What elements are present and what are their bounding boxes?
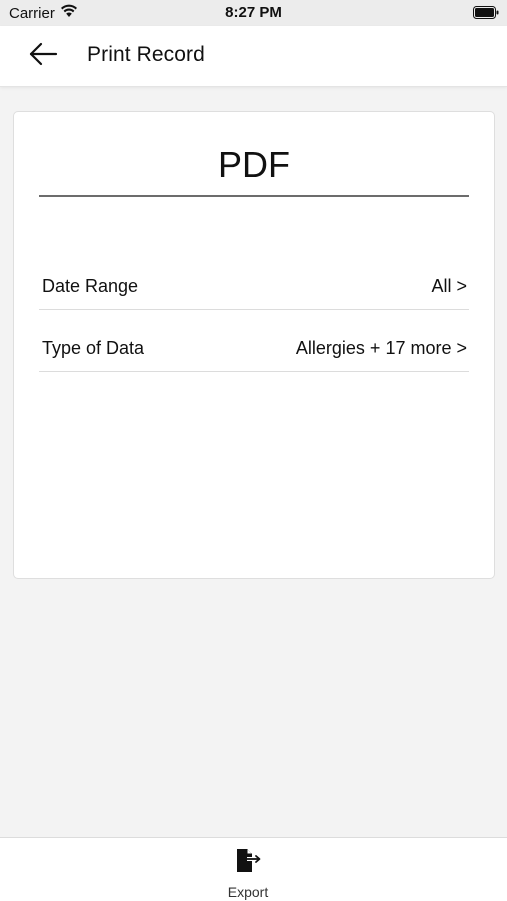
date-range-row[interactable]: Date Range All > — [39, 269, 469, 310]
export-label: Export — [227, 884, 269, 900]
type-of-data-row[interactable]: Type of Data Allergies + 17 more > — [39, 331, 469, 372]
type-of-data-label: Type of Data — [42, 338, 145, 358]
bottom-toolbar: Export — [0, 837, 507, 901]
battery-full-icon — [473, 6, 499, 19]
date-range-label: Date Range — [42, 276, 139, 296]
status-time: 8:27 PM — [225, 4, 282, 21]
back-button[interactable] — [22, 40, 64, 72]
format-title: PDF — [218, 144, 290, 185]
page-title: Print Record — [87, 43, 205, 66]
format-divider — [39, 195, 469, 197]
export-icon — [235, 848, 263, 874]
arrow-left-icon — [28, 42, 58, 71]
date-range-value: All > — [431, 276, 467, 296]
app-header: Print Record — [0, 26, 507, 87]
type-of-data-value: Allergies + 17 more > — [295, 338, 467, 358]
export-button[interactable]: Export — [213, 844, 283, 900]
print-options-card: PDF Date Range All > Type of Data Allerg… — [13, 111, 495, 579]
status-bar: Carrier 8:27 PM — [0, 0, 507, 26]
